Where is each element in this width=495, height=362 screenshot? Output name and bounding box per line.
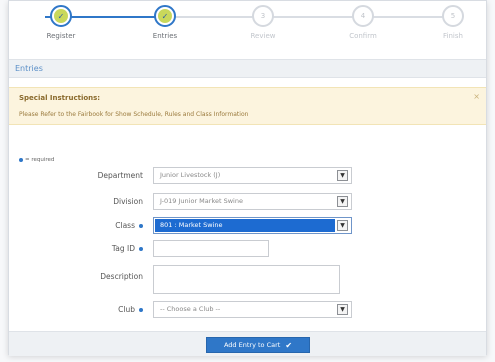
required-dot-icon <box>139 247 143 251</box>
step-label: Confirm <box>349 32 377 40</box>
tag-id-input[interactable] <box>153 240 269 257</box>
chevron-down-icon[interactable]: ▼ <box>337 304 348 315</box>
step-label: Review <box>250 32 276 40</box>
step-finish: 5 Finish <box>423 5 483 40</box>
description-input[interactable] <box>153 265 340 294</box>
division-value: J-019 Junior Market Swine <box>160 197 243 205</box>
add-entry-to-cart-button[interactable]: Add Entry to Cart ✔ <box>206 337 310 353</box>
instructions-body: Please Refer to the Fairbook for Show Sc… <box>19 111 249 118</box>
step-circle: 4 <box>352 5 374 27</box>
step-number: 3 <box>260 12 266 20</box>
class-value: 801 : Market Swine <box>160 221 223 229</box>
progress-stepper: ✓ Register ✓ Entries 3 Review 4 Confirm … <box>9 1 486 58</box>
tag-id-label: Tag ID <box>33 244 143 253</box>
required-note: = required <box>19 157 54 163</box>
step-review: 3 Review <box>233 5 293 40</box>
instructions-title: Special Instructions: <box>19 94 101 102</box>
club-label: Club <box>33 305 143 314</box>
section-title: Entries <box>9 59 486 78</box>
step-circle: 5 <box>442 5 464 27</box>
step-entries: ✓ Entries <box>135 5 195 40</box>
class-select[interactable]: 801 : Market Swine ▼ <box>153 217 352 234</box>
department-label: Department <box>97 171 143 180</box>
add-entry-label: Add Entry to Cart <box>223 341 281 349</box>
step-label: Register <box>46 32 76 40</box>
chevron-down-icon[interactable]: ▼ <box>337 220 348 231</box>
department-value: Junior Livestock (J) <box>160 171 221 179</box>
check-icon: ✓ <box>158 9 172 23</box>
step-number: 5 <box>450 12 456 20</box>
check-icon: ✓ <box>54 9 68 23</box>
form-footer: Add Entry to Cart ✔ <box>9 331 486 356</box>
chevron-down-icon[interactable]: ▼ <box>337 196 348 207</box>
step-circle: 3 <box>252 5 274 27</box>
step-number: 4 <box>360 12 366 20</box>
close-icon[interactable]: × <box>473 92 480 101</box>
check-icon: ✔ <box>285 340 293 350</box>
class-label: Class <box>33 221 143 230</box>
description-label: Description <box>100 272 143 281</box>
club-value: -- Choose a Club -- <box>160 305 221 313</box>
step-label: Finish <box>443 32 463 40</box>
step-circle: ✓ <box>154 5 176 27</box>
division-label: Division <box>113 197 143 206</box>
stepper-connector <box>166 16 453 18</box>
chevron-down-icon[interactable]: ▼ <box>337 170 348 181</box>
step-circle: ✓ <box>50 5 72 27</box>
required-dot-icon <box>139 224 143 228</box>
step-label: Entries <box>152 32 178 40</box>
required-dot-icon <box>19 157 23 162</box>
special-instructions-box: Special Instructions: Please Refer to th… <box>9 87 486 125</box>
step-register: ✓ Register <box>31 5 91 40</box>
registration-panel: ✓ Register ✓ Entries 3 Review 4 Confirm … <box>8 0 487 356</box>
division-select[interactable]: J-019 Junior Market Swine ▼ <box>153 193 352 210</box>
step-confirm: 4 Confirm <box>333 5 393 40</box>
required-dot-icon <box>139 308 143 312</box>
club-select[interactable]: -- Choose a Club -- ▼ <box>153 301 352 318</box>
department-select[interactable]: Junior Livestock (J) ▼ <box>153 167 352 184</box>
